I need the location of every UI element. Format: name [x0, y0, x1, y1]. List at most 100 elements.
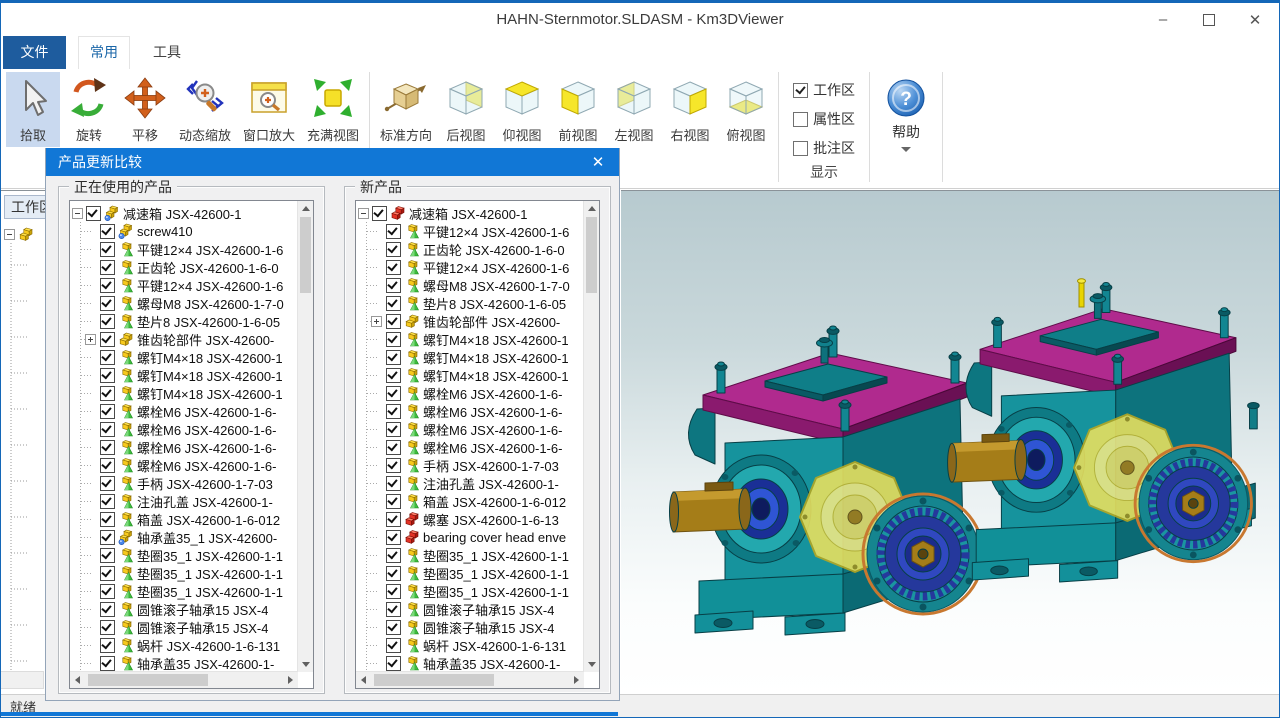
hscroll-thumb[interactable] — [374, 674, 494, 686]
dialog-title-bar[interactable]: 产品更新比较 ✕ — [46, 148, 619, 176]
new-tree-item[interactable]: 螺钉M4×18 JSX-42600-1 — [358, 366, 583, 384]
new-tree-item[interactable]: 圆锥滚子轴承15 JSX-4 — [358, 618, 583, 636]
current-products-tree[interactable]: 减速箱 JSX-42600-1screw410平键12×4 JSX-42600-… — [69, 200, 314, 689]
new-tree-item[interactable]: 平键12×4 JSX-42600-1-6 — [358, 258, 583, 276]
current-tree-item[interactable]: 螺钉M4×18 JSX-42600-1 — [72, 384, 297, 402]
new-tree-item[interactable]: bearing cover head enve — [358, 528, 583, 546]
expand-plus-icon[interactable] — [85, 334, 96, 345]
tree-item-checkbox[interactable] — [100, 584, 115, 599]
tree-item-checkbox[interactable] — [386, 566, 401, 581]
tree-item-checkbox[interactable] — [386, 242, 401, 257]
scroll-down-arrow[interactable] — [584, 657, 599, 672]
new-tree-item[interactable]: 正齿轮 JSX-42600-1-6-0 — [358, 240, 583, 258]
tree-item-checkbox[interactable] — [100, 242, 115, 257]
current-tree-item[interactable]: screw410 — [72, 222, 297, 240]
new-tree-item[interactable]: 螺钉M4×18 JSX-42600-1 — [358, 330, 583, 348]
new-tree-item[interactable]: 螺栓M6 JSX-42600-1-6- — [358, 438, 583, 456]
tree-item-checkbox[interactable] — [100, 296, 115, 311]
tree-item-checkbox[interactable] — [386, 440, 401, 455]
tree-item-checkbox[interactable] — [100, 386, 115, 401]
current-tree-item[interactable]: 螺母M8 JSX-42600-1-7-0 — [72, 294, 297, 312]
tree-item-checkbox[interactable] — [100, 476, 115, 491]
new-tree-item[interactable]: 手柄 JSX-42600-1-7-03 — [358, 456, 583, 474]
scroll-right-arrow[interactable] — [283, 672, 298, 688]
tree-item-checkbox[interactable] — [386, 638, 401, 653]
tree-item-checkbox[interactable] — [100, 224, 115, 239]
tab-common[interactable]: 常用 — [78, 36, 130, 70]
ribbon-button-cube-top[interactable]: 俯视图 — [719, 72, 773, 147]
tree-item-checkbox[interactable] — [100, 656, 115, 671]
tree-item-checkbox[interactable] — [100, 422, 115, 437]
tree-item-checkbox[interactable] — [386, 548, 401, 563]
expand-minus-icon[interactable] — [72, 208, 83, 219]
help-dropdown-arrow[interactable] — [901, 147, 911, 152]
ribbon-button-zoom-window[interactable]: 窗口放大 — [238, 72, 300, 147]
viewport-3d[interactable] — [621, 190, 1279, 697]
current-tree-item[interactable]: 箱盖 JSX-42600-1-6-012 — [72, 510, 297, 528]
ribbon-button-zoom-dynamic[interactable]: 动态缩放 — [174, 72, 236, 147]
scroll-left-arrow[interactable] — [356, 672, 371, 688]
expand-plus-icon[interactable] — [371, 316, 382, 327]
ribbon-button-pan[interactable]: 平移 — [118, 72, 172, 147]
current-tree-item[interactable]: 螺栓M6 JSX-42600-1-6- — [72, 456, 297, 474]
tree-item-checkbox[interactable] — [86, 206, 101, 221]
maximize-button[interactable] — [1186, 3, 1232, 36]
tree-item-checkbox[interactable] — [386, 422, 401, 437]
ribbon-button-cube-right[interactable]: 右视图 — [663, 72, 717, 147]
scroll-up-arrow[interactable] — [584, 201, 599, 216]
scroll-right-arrow[interactable] — [569, 672, 584, 688]
new-tree-item[interactable]: 圆锥滚子轴承15 JSX-4 — [358, 600, 583, 618]
checkbox-icon[interactable] — [793, 141, 808, 156]
tree-item-checkbox[interactable] — [386, 530, 401, 545]
ribbon-button-cube-back[interactable]: 后视图 — [439, 72, 493, 147]
current-tree-item[interactable]: 螺钉M4×18 JSX-42600-1 — [72, 348, 297, 366]
tree-item-checkbox[interactable] — [100, 638, 115, 653]
tree-item-checkbox[interactable] — [100, 404, 115, 419]
tree-item-checkbox[interactable] — [100, 314, 115, 329]
tree-item-checkbox[interactable] — [100, 548, 115, 563]
expand-minus-icon[interactable] — [358, 208, 369, 219]
display-checkbox-属性区[interactable]: 属性区 — [793, 109, 855, 129]
current-tree-item[interactable]: 注油孔盖 JSX-42600-1- — [72, 492, 297, 510]
tree-item-checkbox[interactable] — [386, 386, 401, 401]
current-tree-item[interactable]: 圆锥滚子轴承15 JSX-4 — [72, 618, 297, 636]
tree-item-checkbox[interactable] — [386, 278, 401, 293]
tree-item-checkbox[interactable] — [100, 278, 115, 293]
ribbon-button-rotate[interactable]: 旋转 — [62, 72, 116, 147]
new-tree-item[interactable]: 垫圈35_1 JSX-42600-1-1 — [358, 582, 583, 600]
current-tree-item[interactable]: 垫片8 JSX-42600-1-6-05 — [72, 312, 297, 330]
ribbon-button-cube-front[interactable]: 前视图 — [551, 72, 605, 147]
new-tree-item[interactable]: 锥齿轮部件 JSX-42600- — [358, 312, 583, 330]
current-tree-item[interactable]: 轴承盖35_1 JSX-42600- — [72, 528, 297, 546]
tab-tools[interactable]: 工具 — [142, 36, 192, 69]
new-tree-item[interactable]: 螺塞 JSX-42600-1-6-13 — [358, 510, 583, 528]
dialog-close-button[interactable]: ✕ — [577, 148, 619, 176]
current-tree-item[interactable]: 垫圈35_1 JSX-42600-1-1 — [72, 564, 297, 582]
tree-item-checkbox[interactable] — [100, 458, 115, 473]
new-tree-vscrollbar[interactable] — [583, 201, 599, 672]
current-tree-item[interactable]: 螺栓M6 JSX-42600-1-6- — [72, 420, 297, 438]
current-tree-item[interactable]: 正齿轮 JSX-42600-1-6-0 — [72, 258, 297, 276]
tree-item-checkbox[interactable] — [386, 494, 401, 509]
tree-item-checkbox[interactable] — [100, 566, 115, 581]
hscroll-thumb[interactable] — [88, 674, 208, 686]
tree-item-checkbox[interactable] — [386, 458, 401, 473]
current-tree-item[interactable]: 螺钉M4×18 JSX-42600-1 — [72, 366, 297, 384]
new-tree-item[interactable]: 螺栓M6 JSX-42600-1-6- — [358, 420, 583, 438]
tree-item-checkbox[interactable] — [386, 476, 401, 491]
current-tree-item[interactable]: 锥齿轮部件 JSX-42600- — [72, 330, 297, 348]
new-tree-item[interactable]: 蜗杆 JSX-42600-1-6-131 — [358, 636, 583, 654]
current-tree-item[interactable]: 圆锥滚子轴承15 JSX-4 — [72, 600, 297, 618]
tree-item-checkbox[interactable] — [100, 350, 115, 365]
new-tree-item[interactable]: 垫片8 JSX-42600-1-6-05 — [358, 294, 583, 312]
tree-item-checkbox[interactable] — [386, 332, 401, 347]
ribbon-button-cube-left[interactable]: 左视图 — [607, 72, 661, 147]
tree-item-checkbox[interactable] — [386, 656, 401, 671]
current-tree-item[interactable]: 平键12×4 JSX-42600-1-6 — [72, 240, 297, 258]
new-tree-hscrollbar[interactable] — [356, 671, 584, 688]
scroll-up-arrow[interactable] — [298, 201, 313, 216]
current-tree-item[interactable]: 平键12×4 JSX-42600-1-6 — [72, 276, 297, 294]
tree-item-checkbox[interactable] — [100, 530, 115, 545]
checkbox-icon[interactable] — [793, 112, 808, 127]
ribbon-button-fit-view[interactable]: 充满视图 — [302, 72, 364, 147]
